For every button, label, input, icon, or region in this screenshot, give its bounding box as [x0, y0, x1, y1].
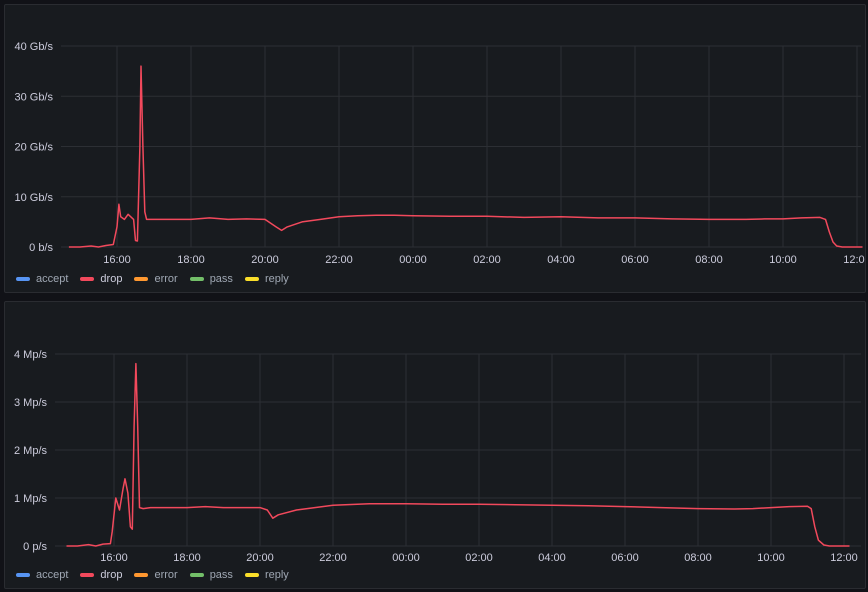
x-tick-label: 04:00: [547, 254, 575, 265]
x-tick-label: 20:00: [246, 552, 274, 564]
x-tick-label: 02:00: [465, 552, 493, 564]
legend-label: reply: [264, 273, 289, 285]
legend-swatch-error: [134, 277, 149, 281]
x-tick-label: 04:00: [538, 552, 566, 564]
legend-label: accept: [36, 273, 69, 285]
series-line-drop: [66, 362, 850, 547]
y-tick-label: 2 Mp/s: [14, 445, 48, 457]
throughput-panel: 0 b/s 10 Gb/s 20 Gb/s 30 Gb/s 40 Gb/s 16:00 18…: [4, 4, 866, 293]
legend-label: pass: [209, 569, 233, 581]
y-tick-label: 4 Mp/s: [14, 349, 48, 361]
packet-rate-chart: 0 p/s 1 Mp/s 2 Mp/s 3 Mp/s 4 Mp/s 16:00 18:00 2…: [14, 349, 861, 564]
legend-swatch-drop: [80, 573, 95, 577]
legend-swatch-accept: [16, 277, 30, 281]
legend-swatch-pass: [189, 573, 204, 577]
throughput-chart: 0 b/s 10 Gb/s 20 Gb/s 30 Gb/s 40 Gb/s 16:00 18…: [14, 41, 865, 265]
legend-item-drop[interactable]: drop: [80, 569, 122, 581]
series-line-drop: [68, 65, 863, 248]
legend-swatch-reply: [244, 277, 259, 281]
legend-swatch-pass: [189, 277, 204, 281]
x-tick-label: 00:00: [392, 552, 420, 564]
legend-label: error: [154, 569, 178, 581]
x-tick-label: 18:00: [173, 552, 201, 564]
x-tick-label: 10:00: [769, 254, 797, 265]
y-tick-label: 30 Gb/s: [14, 91, 53, 103]
x-tick-label: 22:00: [325, 254, 353, 265]
legend-item-reply[interactable]: reply: [244, 273, 289, 285]
x-tick-label: 16:00: [103, 254, 131, 265]
x-tick-label: 16:00: [100, 552, 128, 564]
legend-item-pass[interactable]: pass: [189, 569, 233, 581]
legend-label: error: [154, 273, 178, 285]
packet-rate-legend: accept drop error pass reply: [16, 569, 289, 581]
legend-label: drop: [100, 273, 123, 285]
x-tick-label: 06:00: [611, 552, 639, 564]
legend-item-accept[interactable]: accept: [16, 569, 68, 581]
x-tick-label: 08:00: [684, 552, 712, 564]
legend-label: pass: [209, 273, 233, 285]
x-tick-label: 02:00: [473, 254, 501, 265]
x-tick-label: 12:00: [830, 552, 858, 564]
legend-item-reply[interactable]: reply: [244, 569, 289, 581]
x-tick-label: 18:00: [177, 254, 205, 265]
y-tick-label: 3 Mp/s: [14, 397, 48, 409]
legend-item-accept[interactable]: accept: [16, 273, 68, 285]
x-tick-label: 20:00: [251, 254, 279, 265]
x-tick-label: 08:00: [695, 254, 723, 265]
legend-swatch-reply: [244, 573, 259, 577]
legend-swatch-error: [134, 573, 149, 577]
x-tick-label: 10:00: [757, 552, 785, 564]
legend-item-error[interactable]: error: [134, 569, 178, 581]
y-tick-label: 10 Gb/s: [14, 192, 53, 204]
y-tick-label: 40 Gb/s: [14, 41, 53, 53]
x-tick-label: 06:00: [621, 254, 649, 265]
legend-label: accept: [36, 569, 69, 581]
legend-label: drop: [100, 569, 123, 581]
y-tick-label: 0 p/s: [23, 541, 47, 553]
legend-label: reply: [264, 569, 289, 581]
legend-swatch-drop: [80, 277, 95, 281]
legend-item-drop[interactable]: drop: [80, 273, 122, 285]
throughput-legend: accept drop error pass reply: [16, 273, 289, 285]
legend-item-error[interactable]: error: [134, 273, 178, 285]
packet-rate-panel: 0 p/s 1 Mp/s 2 Mp/s 3 Mp/s 4 Mp/s 16:00 18:00 2…: [4, 301, 866, 589]
legend-swatch-accept: [16, 573, 30, 577]
y-tick-label: 1 Mp/s: [14, 493, 48, 505]
x-tick-label: 22:00: [319, 552, 347, 564]
x-tick-label: 12:00: [843, 254, 865, 265]
x-tick-label: 00:00: [399, 254, 427, 265]
y-tick-label: 0 b/s: [29, 242, 53, 254]
legend-item-pass[interactable]: pass: [189, 273, 233, 285]
y-tick-label: 20 Gb/s: [14, 142, 53, 154]
